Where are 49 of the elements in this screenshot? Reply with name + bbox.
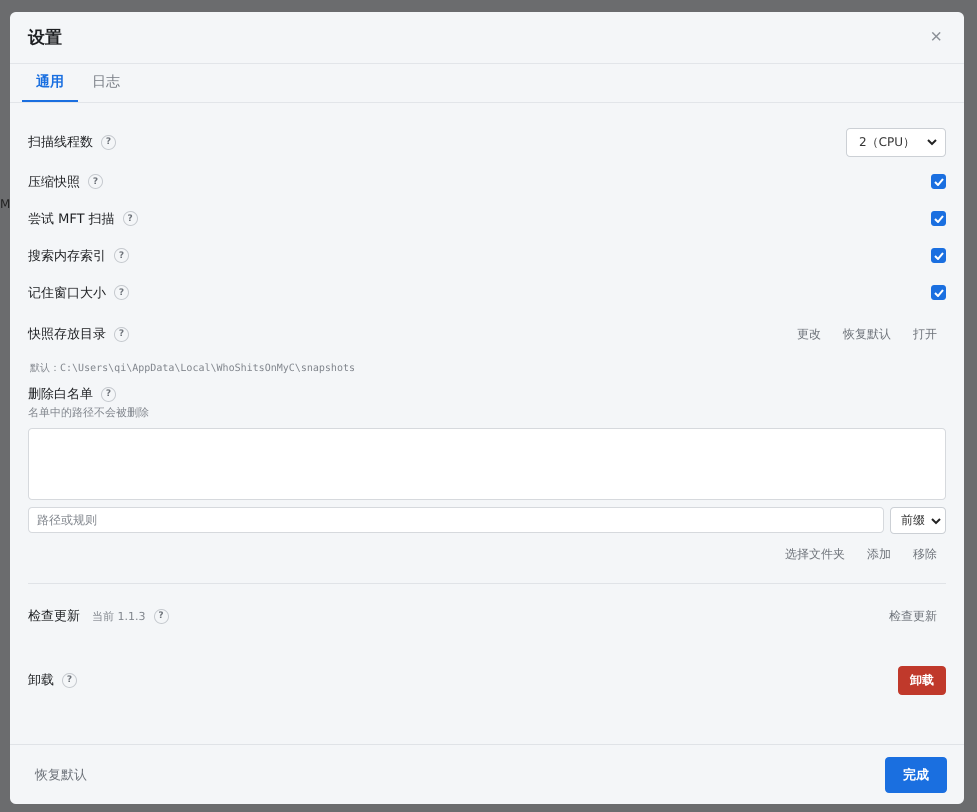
help-icon[interactable]: ? <box>62 672 77 688</box>
tab[interactable]: 通用 <box>22 64 78 102</box>
help-icon[interactable]: ? <box>101 134 116 150</box>
close-button[interactable]: × <box>926 26 946 49</box>
help-icon[interactable]: ? <box>122 211 138 226</box>
background-text: M <box>0 197 10 211</box>
check-icon <box>934 214 944 222</box>
uninstall-button[interactable]: 卸载 <box>898 666 946 694</box>
setting-label: 扫描线程数 <box>28 134 93 151</box>
text-button[interactable]: 打开 <box>904 322 946 346</box>
text-button[interactable]: 移除 <box>904 542 946 567</box>
checkbox[interactable] <box>931 211 946 226</box>
text-button[interactable]: 更改 <box>788 322 830 346</box>
setting-label: 压缩快照 <box>28 174 80 190</box>
checkbox[interactable] <box>931 174 946 189</box>
help-icon[interactable]: ? <box>101 386 116 402</box>
text-button[interactable]: 检查更新 <box>880 604 946 628</box>
reset-defaults-button[interactable]: 恢复默认 <box>26 762 96 788</box>
chevron-down-icon <box>927 138 937 146</box>
default-path-text: 默认：C:\Users\qi\AppData\Local\WhoShitsOnMyC\snapshots <box>29 362 356 376</box>
help-icon[interactable]: ? <box>154 608 168 624</box>
version-text: 当前 1.1.3 <box>92 608 146 624</box>
setting-label: 快照存放目录 <box>28 326 106 343</box>
setting-label: 尝试 MFT 扫描 <box>28 210 115 228</box>
checkbox[interactable] <box>931 248 946 263</box>
hint-text: 名单中的路径不会被删除 <box>28 405 150 421</box>
path-input-field[interactable]: 路径或规则 <box>28 507 884 533</box>
help-icon[interactable]: ? <box>114 285 129 300</box>
thread-count-select[interactable]: 2（CPU） <box>846 128 946 156</box>
check-icon <box>934 252 944 260</box>
setting-label: 删除白名单 <box>28 386 93 403</box>
text-button[interactable]: 添加 <box>858 542 900 567</box>
text-button[interactable]: 选择文件夹 <box>776 542 854 567</box>
check-icon <box>934 288 944 296</box>
setting-label: 卸载 <box>28 672 54 689</box>
setting-label: 检查更新 <box>28 608 80 625</box>
text-button[interactable]: 恢复默认 <box>834 322 900 346</box>
done-button[interactable]: 完成 <box>885 756 947 792</box>
setting-label: 记住窗口大小 <box>28 284 106 302</box>
help-icon[interactable]: ? <box>114 326 129 342</box>
check-icon <box>934 178 944 186</box>
help-icon[interactable]: ? <box>114 248 129 263</box>
dialog-title: 设置 <box>28 27 62 49</box>
checkbox[interactable] <box>931 285 946 300</box>
tab[interactable]: 日志 <box>78 64 134 102</box>
chevron-down-icon <box>931 516 941 524</box>
setting-label: 搜索内存索引 <box>28 248 106 264</box>
match-mode-select[interactable]: 前缀 <box>890 507 946 534</box>
help-icon[interactable]: ? <box>88 174 103 189</box>
